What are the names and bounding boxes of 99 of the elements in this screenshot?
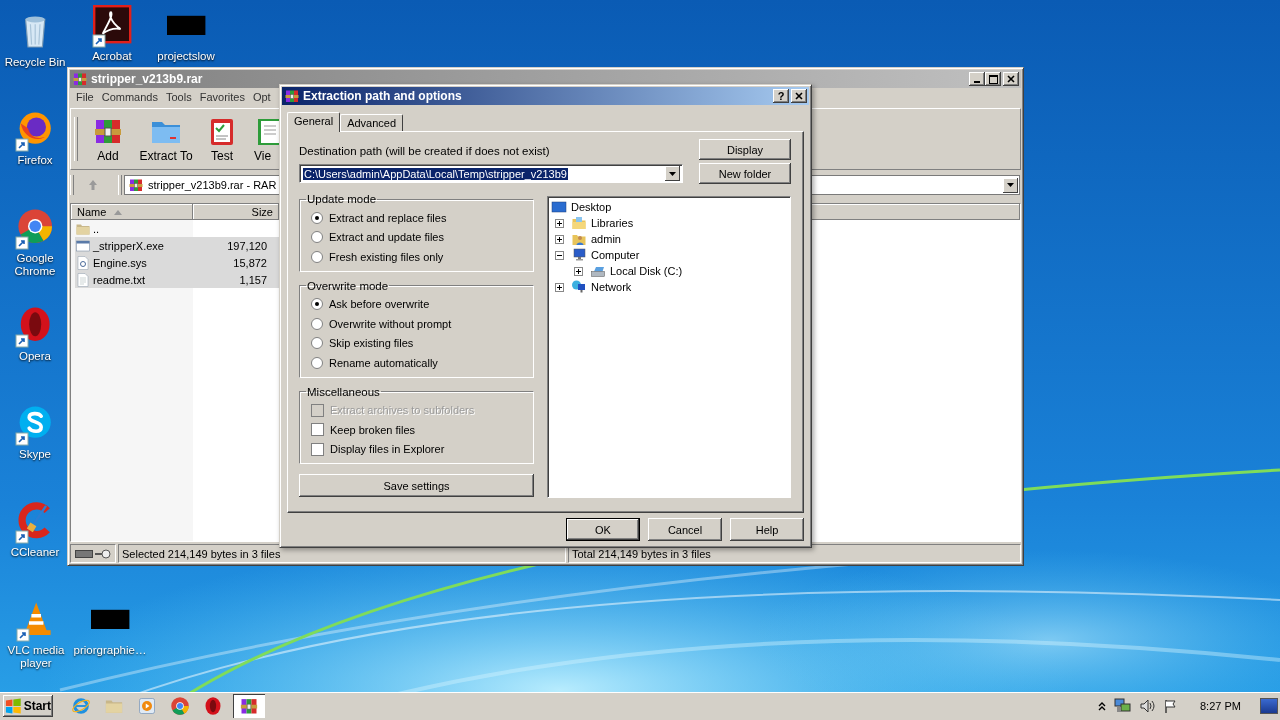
column-header[interactable]: Name bbox=[71, 204, 193, 220]
network-icon bbox=[571, 279, 587, 295]
radio-option[interactable]: Extract and replace files bbox=[308, 208, 525, 228]
file-name: Engine.sys bbox=[75, 254, 193, 271]
tree-item[interactable]: admin bbox=[551, 231, 787, 247]
sort-icon bbox=[114, 209, 123, 215]
globe-ring-icon bbox=[71, 696, 91, 716]
chevron-up-icon[interactable] bbox=[1098, 701, 1106, 711]
text-file-icon bbox=[75, 271, 91, 288]
ring-logo-icon bbox=[203, 696, 223, 716]
group-title: Overwrite mode bbox=[306, 279, 390, 292]
tab[interactable]: General bbox=[287, 112, 341, 132]
desktop-icon[interactable]: Firefox bbox=[4, 106, 66, 167]
expand-toggle[interactable] bbox=[554, 234, 564, 244]
caret-down-icon bbox=[1007, 183, 1014, 187]
path-field[interactable]: C:\Users\admin\AppData\Local\Temp\stripper_v213b9 bbox=[299, 164, 683, 183]
field-label: Destination path (will be created if does not exist) bbox=[299, 145, 551, 158]
toolbar-button[interactable]: Test bbox=[196, 115, 248, 163]
dialog-button[interactable]: Cancel bbox=[648, 518, 722, 541]
file-row[interactable]: .. bbox=[75, 220, 279, 237]
speaker-icon[interactable] bbox=[1140, 699, 1156, 713]
start-button[interactable]: Start bbox=[3, 695, 53, 717]
books-icon bbox=[284, 88, 300, 104]
push-button[interactable]: New folder bbox=[699, 163, 791, 184]
checkbox-option[interactable]: Display files in Explorer bbox=[308, 439, 525, 459]
up-arrow-icon bbox=[87, 179, 99, 191]
gear-file-icon bbox=[75, 254, 91, 271]
group-title: Update mode bbox=[306, 193, 378, 205]
tree-item[interactable]: Desktop bbox=[551, 199, 787, 215]
radio-option[interactable]: Fresh existing files only bbox=[308, 247, 525, 267]
save-settings-button[interactable]: Save settings bbox=[299, 474, 534, 497]
desktop-icon[interactable]: Recycle Bin bbox=[4, 8, 66, 69]
close-icon bbox=[1007, 75, 1015, 83]
radio-option[interactable]: Ask before overwrite bbox=[308, 294, 525, 314]
dropdown-button[interactable] bbox=[1003, 177, 1018, 193]
file-row[interactable]: readme.txt 1,157 bbox=[75, 271, 279, 288]
file-row[interactable]: _stripperX.exe 197,120 bbox=[75, 237, 279, 254]
menu-item[interactable]: Favorites bbox=[195, 91, 249, 103]
dropdown-button[interactable] bbox=[665, 166, 680, 181]
books-icon bbox=[72, 71, 88, 87]
maximize-icon bbox=[988, 74, 998, 84]
flag-logo-icon bbox=[5, 698, 22, 714]
computer-icon bbox=[571, 247, 587, 263]
radio-option[interactable]: Skip existing files bbox=[308, 333, 525, 353]
radio-option[interactable]: Extract and update files bbox=[308, 227, 525, 247]
desktop-icon[interactable]: CCleaner bbox=[4, 498, 66, 559]
desktop-icon[interactable]: Opera bbox=[4, 302, 66, 363]
menu-item[interactable]: Tools bbox=[162, 91, 196, 103]
drive-icon bbox=[75, 549, 93, 558]
help-button[interactable]: ? bbox=[773, 89, 789, 103]
close-icon bbox=[795, 92, 803, 100]
dialog-button[interactable]: Help bbox=[730, 518, 804, 541]
books-icon bbox=[239, 696, 259, 716]
tree-item[interactable]: Network bbox=[551, 279, 787, 295]
push-button[interactable]: Display bbox=[699, 139, 791, 160]
key-icon bbox=[95, 548, 111, 559]
expand-toggle[interactable] bbox=[573, 266, 583, 276]
desktop-icon[interactable]: projectslow bbox=[152, 2, 220, 63]
circle-logo-icon bbox=[170, 696, 190, 716]
close-button[interactable] bbox=[791, 89, 807, 103]
expand-toggle[interactable] bbox=[554, 282, 564, 292]
desktop-icon[interactable]: Google Chrome bbox=[4, 204, 66, 278]
tree-item[interactable]: Local Disk (C:) bbox=[551, 263, 787, 279]
books-icon bbox=[128, 177, 144, 193]
play-icon bbox=[137, 696, 157, 716]
file-name: readme.txt bbox=[75, 271, 193, 288]
network-icon[interactable] bbox=[1114, 698, 1132, 714]
clock: 8:27 PM bbox=[1200, 700, 1242, 712]
file-size: 1,157 bbox=[238, 273, 267, 286]
flag-icon[interactable] bbox=[1164, 699, 1178, 713]
radio-option[interactable]: Rename automatically bbox=[308, 353, 525, 373]
tree-item[interactable]: Computer bbox=[551, 247, 787, 263]
file-size: 15,872 bbox=[232, 256, 267, 269]
desktop-icon[interactable]: Skype bbox=[4, 400, 66, 461]
taskbar-button[interactable] bbox=[233, 694, 265, 718]
menu-item[interactable]: File bbox=[72, 91, 98, 103]
window-title: stripper_v213b9.rar bbox=[91, 72, 203, 86]
checkbox-option[interactable]: Keep broken files bbox=[308, 420, 525, 440]
menu-item[interactable]: Opt bbox=[248, 91, 275, 103]
group-title: Miscellaneous bbox=[306, 385, 381, 398]
tab[interactable]: Advanced bbox=[340, 114, 404, 131]
file-name: .. bbox=[75, 220, 193, 237]
menu-item[interactable]: Commands bbox=[97, 91, 162, 103]
dialog-title: Extraction path and options bbox=[303, 89, 462, 103]
window-icon bbox=[75, 237, 91, 254]
expand-toggle[interactable] bbox=[554, 250, 564, 260]
library-icon bbox=[571, 215, 587, 231]
toolbar-button[interactable]: Add bbox=[80, 115, 136, 163]
toolbar-button[interactable]: Extract To bbox=[136, 115, 196, 163]
file-size: 197,120 bbox=[226, 239, 267, 252]
file-name: _stripperX.exe bbox=[75, 237, 193, 254]
dialog-button[interactable]: OK bbox=[566, 518, 640, 541]
desktop-icon[interactable]: Acrobat bbox=[78, 2, 146, 63]
column-header[interactable]: Size bbox=[193, 204, 279, 220]
file-row[interactable]: Engine.sys 15,872 bbox=[75, 254, 279, 271]
tree-item[interactable]: Libraries bbox=[551, 215, 787, 231]
monitor-icon bbox=[551, 199, 567, 215]
expand-toggle[interactable] bbox=[554, 218, 564, 228]
radio-option[interactable]: Overwrite without prompt bbox=[308, 314, 525, 334]
